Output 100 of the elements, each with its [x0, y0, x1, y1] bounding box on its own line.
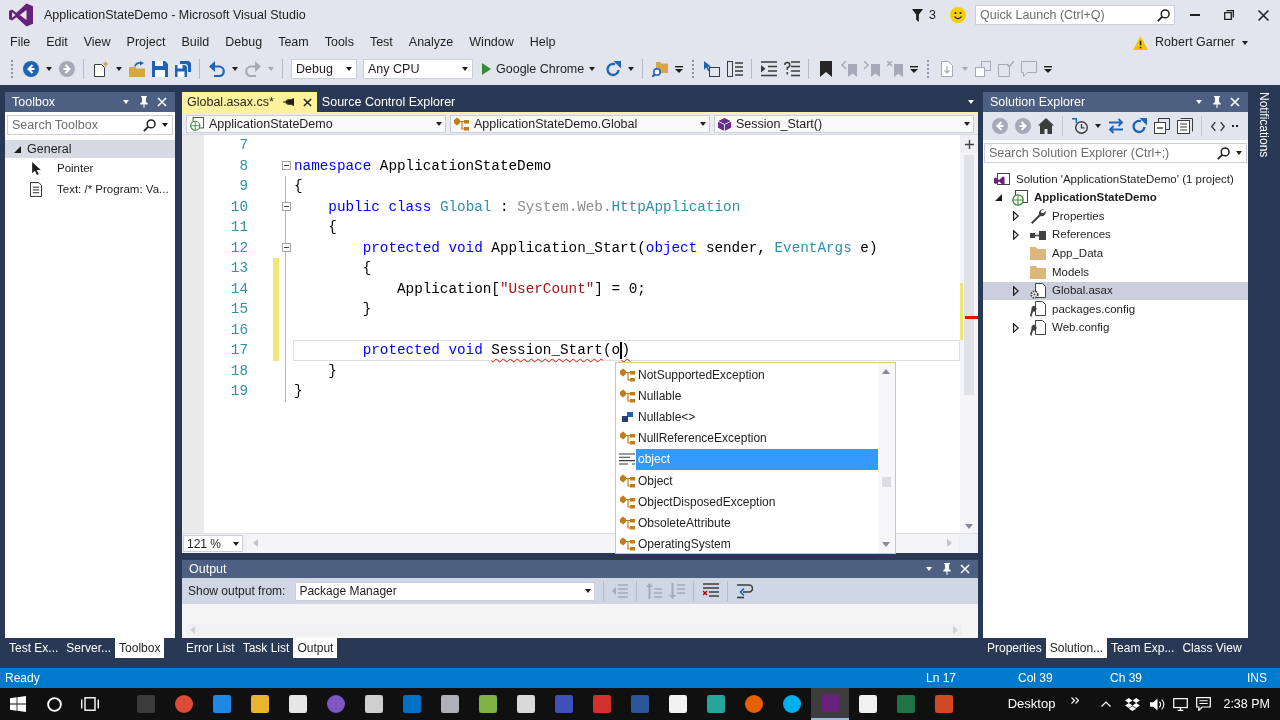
- completion-item[interactable]: ObjectDisposedException: [636, 491, 878, 513]
- tree-item[interactable]: ApplicationStateDemo: [983, 188, 1248, 208]
- caret-icon[interactable]: [231, 67, 238, 71]
- menu-item[interactable]: Test: [361, 31, 401, 54]
- tree-item[interactable]: Properties: [983, 207, 1248, 226]
- caret-icon[interactable]: [627, 67, 634, 71]
- navigation-dropdown[interactable]: ApplicationStateDemo: [186, 115, 446, 133]
- four-panes-icon[interactable]: [10, 696, 26, 712]
- search-field[interactable]: Search Solution Explorer (Ctrl+;): [984, 143, 1247, 163]
- vertical-scrollbar[interactable]: [960, 153, 978, 533]
- menu-item[interactable]: View: [75, 31, 119, 54]
- vertical-scrollbar[interactable]: [878, 363, 895, 553]
- output-source-dropdown[interactable]: Package Manager: [295, 581, 596, 601]
- caret-icon[interactable]: [115, 67, 122, 71]
- monitor-icon[interactable]: [1173, 697, 1189, 711]
- minus-box-icon[interactable]: [281, 202, 291, 212]
- caret-icon[interactable]: [45, 67, 52, 71]
- dock-tab[interactable]: Output: [293, 638, 338, 658]
- completion-item[interactable]: OperatingSystem: [636, 533, 878, 555]
- completion-item[interactable]: Nullable: [636, 385, 878, 407]
- caret-icon[interactable]: [1094, 124, 1101, 128]
- menu-item[interactable]: Build: [173, 31, 218, 54]
- open-folder-icon[interactable]: [128, 61, 145, 77]
- dock-tab[interactable]: Class View: [1178, 638, 1246, 658]
- list-icon[interactable]: [726, 61, 743, 77]
- toolbox-item[interactable]: Pointer: [5, 158, 175, 179]
- clock-icon[interactable]: [1071, 118, 1088, 134]
- overflow-arrow-icon[interactable]: [909, 65, 918, 73]
- pin-icon[interactable]: [140, 96, 148, 108]
- document-tab[interactable]: Source Control Explorer: [316, 92, 461, 112]
- down-triangle-icon[interactable]: [882, 542, 890, 547]
- search-field[interactable]: Quick Launch (Ctrl+Q): [975, 5, 1175, 25]
- tree-item[interactable]: Models: [983, 262, 1248, 282]
- tree-item[interactable]: Solution 'ApplicationStateDemo' (1 project): [983, 170, 1248, 189]
- search-icon[interactable]: [1217, 146, 1230, 160]
- toolbox-item[interactable]: Text: /* Program: Va...: [5, 179, 175, 200]
- close-icon[interactable]: [302, 97, 312, 107]
- overflow-arrow-icon[interactable]: [1043, 65, 1052, 73]
- tree-item[interactable]: Web.config: [983, 318, 1248, 338]
- hollow-triangle-icon[interactable]: [1013, 230, 1019, 241]
- platform-dropdown[interactable]: Any CPU: [363, 59, 473, 79]
- plus-icon[interactable]: [964, 139, 974, 149]
- completion-item[interactable]: ObsoleteAttribute: [636, 512, 878, 534]
- chevron-up-icon[interactable]: [1101, 701, 1112, 707]
- smiley-icon[interactable]: [950, 7, 966, 23]
- overflow-arrow-icon[interactable]: [674, 65, 683, 73]
- caret-icon[interactable]: [1196, 100, 1202, 104]
- tree-item[interactable]: App_Data: [983, 244, 1248, 263]
- configuration-dropdown[interactable]: Debug: [291, 59, 357, 79]
- completion-item[interactable]: NotSupportedException: [636, 364, 878, 386]
- dock-tab[interactable]: Test Ex...: [5, 638, 63, 658]
- taskbar-clock[interactable]: 2:38 PM: [1223, 694, 1270, 714]
- dock-tab[interactable]: Error List: [182, 638, 239, 658]
- overlapping-rectangles-icon[interactable]: [81, 697, 99, 711]
- curved-left-arrow-icon[interactable]: [208, 61, 225, 77]
- circular-arrow-icon[interactable]: [1130, 118, 1147, 134]
- dock-tab[interactable]: Solution...: [1045, 638, 1108, 658]
- minus-box-icon[interactable]: [281, 161, 291, 171]
- dock-tab[interactable]: Toolbox: [115, 638, 165, 658]
- caret-icon[interactable]: [926, 567, 932, 571]
- hollow-triangle-icon[interactable]: [1013, 323, 1019, 334]
- indent-lines-icon[interactable]: [760, 61, 777, 77]
- left-arrow-circle-icon[interactable]: [22, 61, 39, 77]
- word-wrap-icon[interactable]: [736, 583, 753, 599]
- minus-box-icon[interactable]: [281, 243, 291, 253]
- scroll-thumb[interactable]: [882, 477, 891, 487]
- dock-tab[interactable]: Task List: [238, 638, 294, 658]
- zoom-dropdown[interactable]: 121 %: [183, 535, 243, 552]
- tree-item[interactable]: References: [983, 225, 1248, 245]
- hollow-triangle-icon[interactable]: [1013, 285, 1019, 296]
- search-icon[interactable]: [1157, 8, 1170, 22]
- menu-item[interactable]: File: [2, 31, 39, 54]
- navigation-dropdown[interactable]: Session_Start(): [714, 115, 974, 133]
- menu-item[interactable]: Analyze: [400, 31, 462, 54]
- bookmark-icon[interactable]: [817, 61, 834, 77]
- new-file-icon[interactable]: [92, 61, 109, 77]
- restore-icon[interactable]: [1224, 10, 1234, 20]
- close-icon[interactable]: [1257, 9, 1269, 21]
- up-triangle-icon[interactable]: [882, 369, 890, 374]
- floppy-disks-icon[interactable]: [174, 61, 191, 77]
- circular-arrow-icon[interactable]: [604, 61, 621, 77]
- dock-tab[interactable]: Properties: [983, 638, 1046, 658]
- menu-item[interactable]: Team: [270, 31, 317, 54]
- swap-arrows-icon[interactable]: [1107, 118, 1124, 134]
- completion-item[interactable]: Nullable<>: [636, 406, 878, 428]
- dock-tab[interactable]: Team Exp...: [1107, 638, 1179, 658]
- search-icon[interactable]: [143, 118, 156, 132]
- menu-item[interactable]: Edit: [38, 31, 76, 54]
- pin-icon[interactable]: [1213, 96, 1221, 108]
- toolbox-group-header[interactable]: General: [5, 140, 175, 158]
- menu-item[interactable]: Window: [461, 31, 522, 54]
- account-menu[interactable]: Robert Garner: [1133, 33, 1248, 52]
- circle-icon[interactable]: [46, 696, 62, 712]
- open-box-icon[interactable]: [1125, 697, 1141, 711]
- clear-lines-icon[interactable]: [702, 583, 719, 599]
- completion-item[interactable]: NullReferenceException: [636, 427, 878, 449]
- toolbar-grip[interactable]: [10, 59, 14, 79]
- filled-triangle-icon[interactable]: [994, 194, 1002, 202]
- speaker-icon[interactable]: [1150, 697, 1166, 711]
- menu-item[interactable]: Debug: [217, 31, 271, 54]
